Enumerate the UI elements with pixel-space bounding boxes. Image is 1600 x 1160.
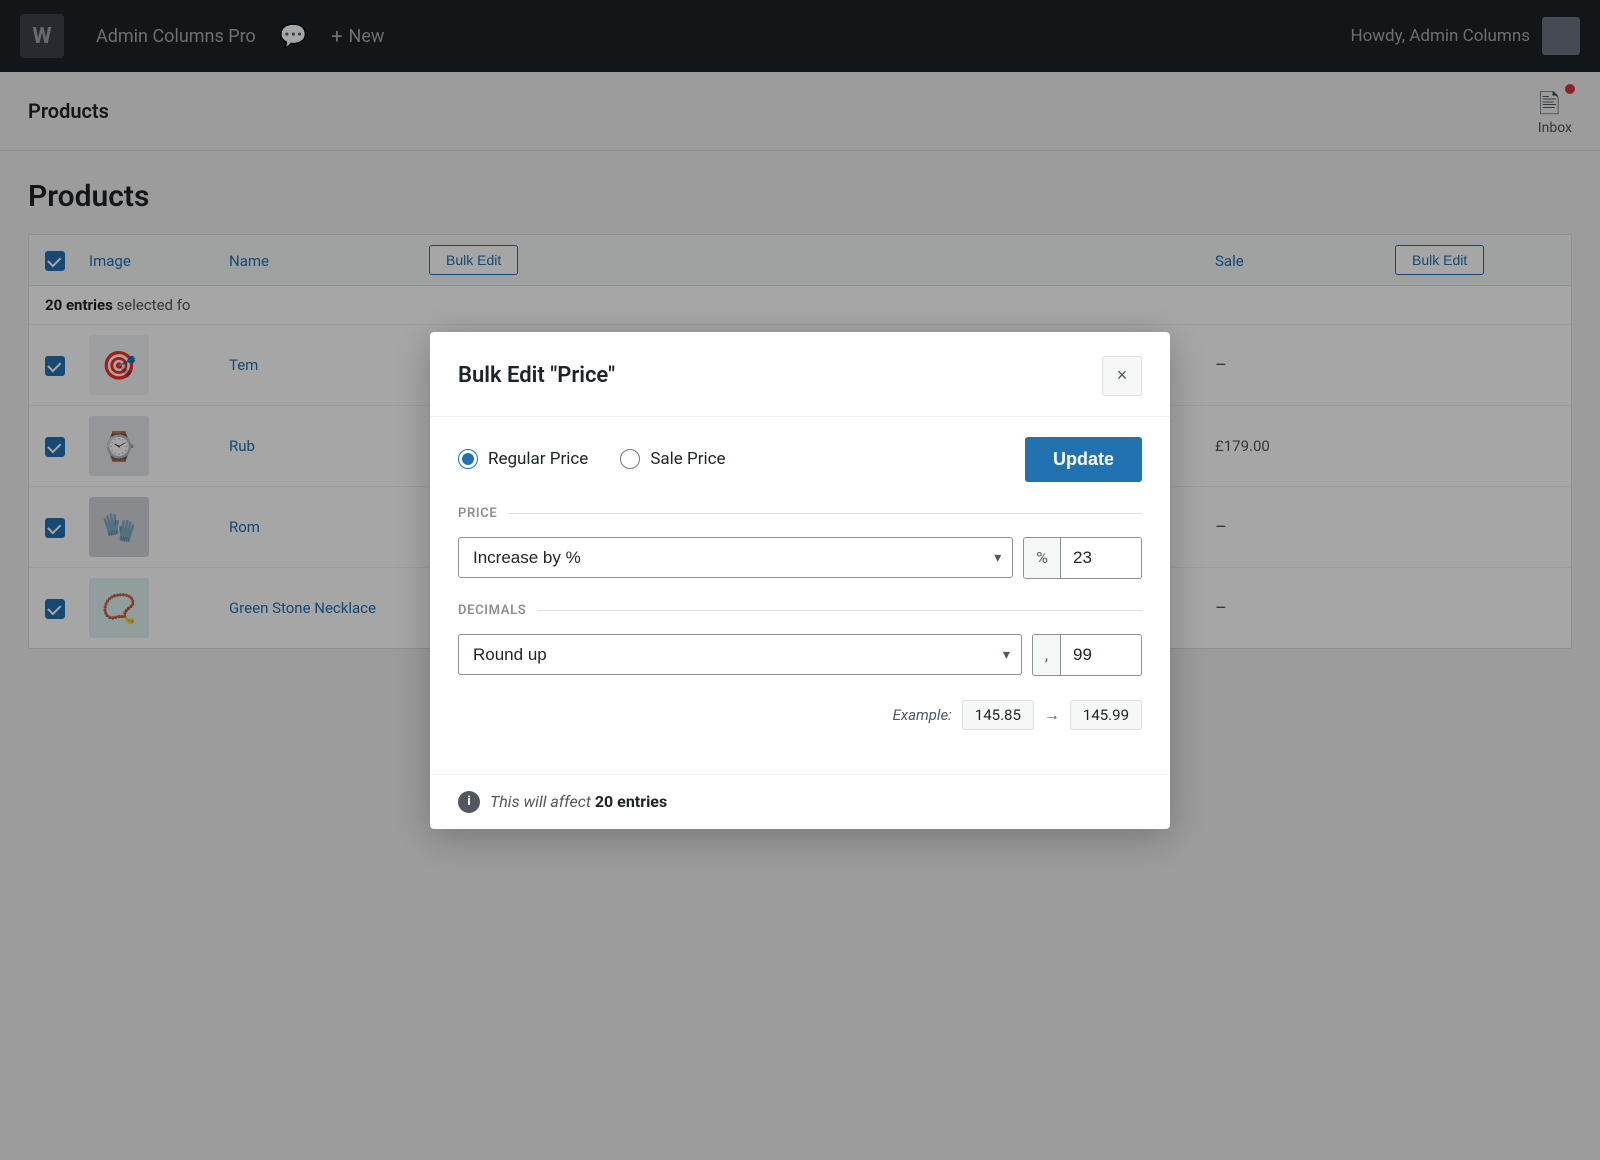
modal-footer: i This will affect 20 entries xyxy=(430,774,1170,829)
example-from: 145.85 xyxy=(962,700,1034,730)
info-icon: i xyxy=(458,791,480,813)
price-section-line xyxy=(509,513,1142,514)
price-prefix: % xyxy=(1024,538,1061,578)
sale-price-option[interactable]: Sale Price xyxy=(620,449,725,469)
example-label: Example: xyxy=(893,706,952,724)
decimals-section-divider: DECIMALS xyxy=(458,603,1142,618)
modal-body: Regular Price Sale Price Update PRICE I xyxy=(430,417,1170,774)
decimals-value-wrap: , xyxy=(1032,634,1142,676)
price-type-options: Regular Price Sale Price xyxy=(458,449,726,469)
regular-price-option[interactable]: Regular Price xyxy=(458,449,588,469)
decimals-prefix: , xyxy=(1033,635,1061,675)
decimals-input-row: Round up Round down Round No rounding ▾ … xyxy=(458,634,1142,676)
decimals-section-label: DECIMALS xyxy=(458,603,526,618)
modal-title: Bulk Edit "Price" xyxy=(458,363,615,388)
price-operation-select-wrap: Increase by % Decrease by % Set to Incre… xyxy=(458,537,1013,578)
decimals-section-line xyxy=(538,610,1142,611)
modal-header: Bulk Edit "Price" × xyxy=(430,332,1170,417)
price-input-row: Increase by % Decrease by % Set to Incre… xyxy=(458,537,1142,579)
decimals-operation-select[interactable]: Round up Round down Round No rounding xyxy=(458,634,1022,675)
price-operation-select[interactable]: Increase by % Decrease by % Set to Incre… xyxy=(458,537,1013,578)
price-section-divider: PRICE xyxy=(458,506,1142,521)
price-value-wrap: % xyxy=(1023,537,1142,579)
example-to: 145.99 xyxy=(1070,700,1142,730)
price-value-input[interactable] xyxy=(1061,538,1141,578)
modal-close-button[interactable]: × xyxy=(1102,356,1142,396)
affect-text: This will affect 20 entries xyxy=(490,792,667,811)
bulk-edit-modal: Bulk Edit "Price" × Regular Price Sale P… xyxy=(430,332,1170,829)
decimals-operation-select-wrap: Round up Round down Round No rounding ▾ xyxy=(458,634,1022,675)
modal-overlay[interactable]: Bulk Edit "Price" × Regular Price Sale P… xyxy=(0,0,1600,1160)
example-row: Example: 145.85 → 145.99 xyxy=(458,700,1142,730)
sale-price-radio[interactable] xyxy=(620,449,640,469)
regular-price-radio[interactable] xyxy=(458,449,478,469)
radio-group: Regular Price Sale Price Update xyxy=(458,437,1142,482)
update-button[interactable]: Update xyxy=(1025,437,1142,482)
decimals-value-input[interactable] xyxy=(1061,635,1141,675)
arrow-icon: → xyxy=(1044,705,1060,725)
price-section-label: PRICE xyxy=(458,506,497,521)
